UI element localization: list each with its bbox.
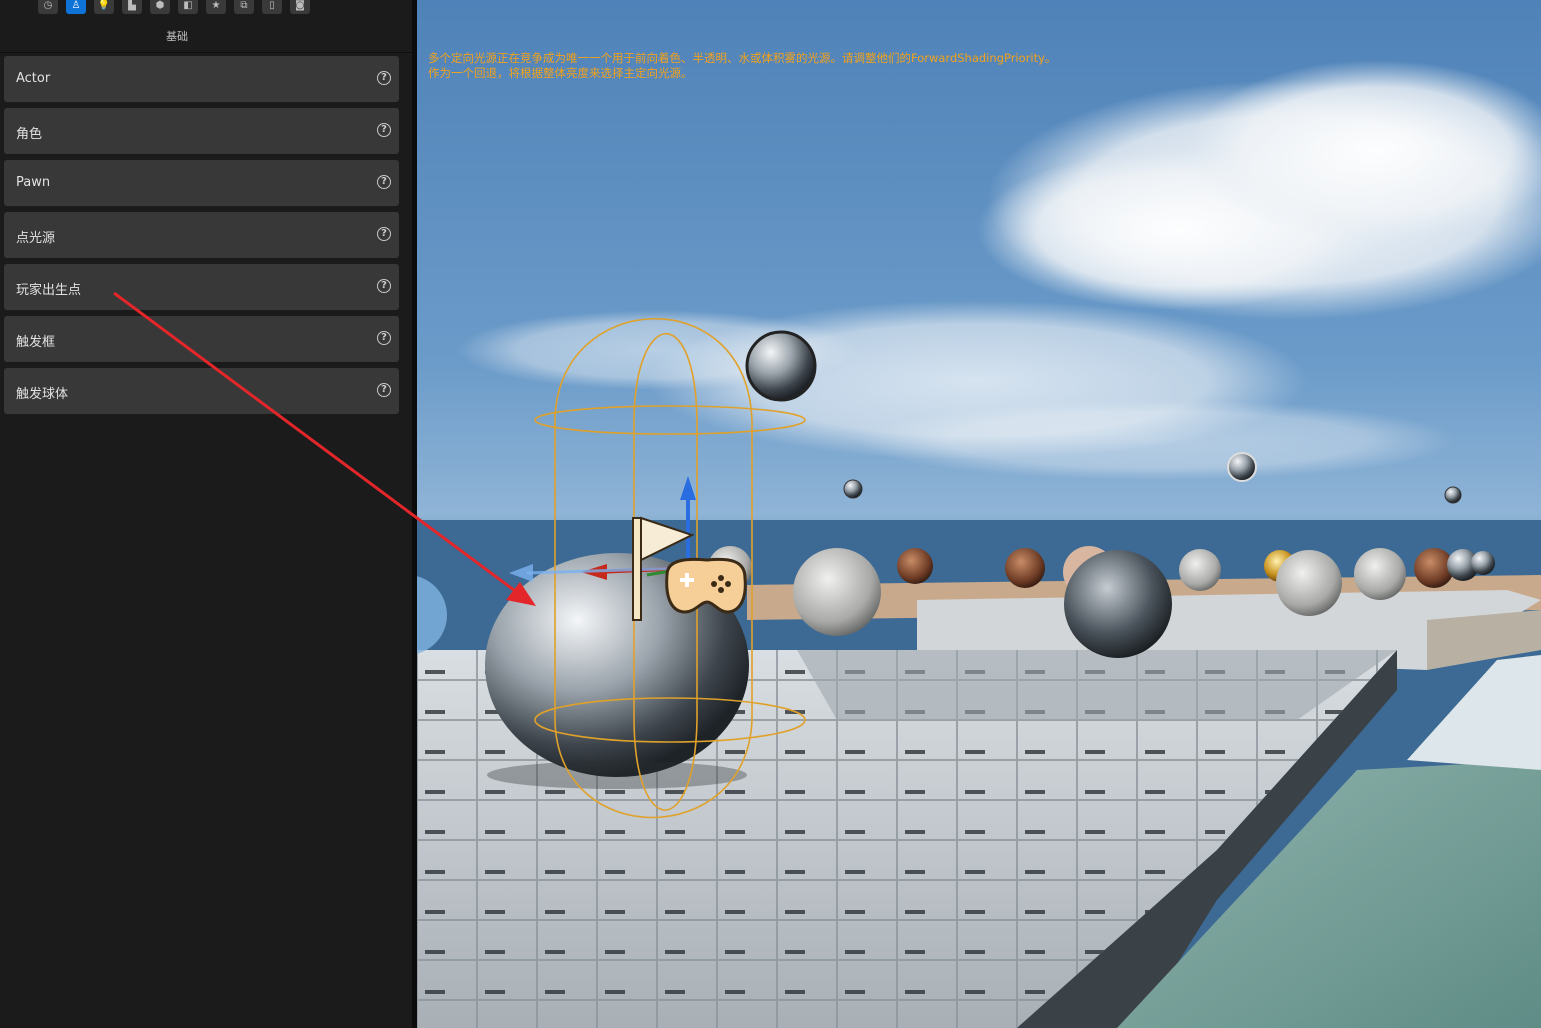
help-icon[interactable]: ? bbox=[377, 227, 391, 241]
trigger-box-item[interactable]: 触发框 ? bbox=[4, 316, 399, 362]
geometry-icon[interactable]: ◙ bbox=[290, 0, 310, 14]
help-icon[interactable]: ? bbox=[377, 175, 391, 189]
warning-line-1: 多个定向光源正在竞争成为唯一一个用于前向着色、半透明、水或体积雾的光源。请调整他… bbox=[428, 51, 1057, 65]
help-icon[interactable]: ? bbox=[377, 331, 391, 345]
place-icon[interactable]: ⧉ bbox=[234, 0, 254, 14]
help-icon[interactable]: ? bbox=[377, 279, 391, 293]
item-label: Actor bbox=[16, 71, 51, 86]
clouds bbox=[457, 60, 1541, 480]
actor-item[interactable]: Actor ? bbox=[4, 56, 399, 102]
point-light-item[interactable]: 点光源 ? bbox=[4, 212, 399, 258]
item-label: 触发球体 bbox=[16, 387, 69, 402]
item-label: 角色 bbox=[16, 127, 43, 142]
level-viewport[interactable]: 多个定向光源正在竞争成为唯一一个用于前向着色、半透明、水或体积雾的光源。请调整他… bbox=[417, 0, 1541, 1028]
shapes-icon[interactable]: ▙ bbox=[122, 0, 142, 14]
basic-actor-icon[interactable]: ♙ bbox=[66, 0, 86, 14]
item-label: Pawn bbox=[16, 175, 51, 190]
recent-icon[interactable]: ◷ bbox=[38, 0, 58, 14]
docs-icon[interactable]: ▯ bbox=[262, 0, 282, 14]
category-title: 基础 bbox=[166, 30, 188, 43]
lights-icon[interactable]: 💡 bbox=[94, 0, 114, 14]
light-sprite-icon[interactable] bbox=[1444, 486, 1462, 504]
hex-grate bbox=[797, 650, 1397, 720]
warning-line-2: 作为一个回退，将根据整体亮度来选择主定向光源。 bbox=[428, 66, 693, 80]
trigger-sphere-item[interactable]: 触发球体 ? bbox=[4, 368, 399, 414]
pawn-item[interactable]: Pawn ? bbox=[4, 160, 399, 206]
volumes-icon[interactable]: ⬢ bbox=[150, 0, 170, 14]
item-label: 触发框 bbox=[16, 335, 56, 350]
divider bbox=[0, 52, 412, 53]
place-actors-panel: ◷ ♙ 💡 ▙ ⬢ ◧ ★ ⧉ ▯ ◙ 基础 Actor ? 角色 ? Pawn… bbox=[0, 0, 412, 1028]
light-sprite-icon[interactable] bbox=[843, 479, 863, 499]
category-toolbar: ◷ ♙ 💡 ▙ ⬢ ◧ ★ ⧉ ▯ ◙ bbox=[0, 0, 412, 16]
help-icon[interactable]: ? bbox=[377, 71, 391, 85]
item-label: 点光源 bbox=[16, 231, 56, 246]
help-icon[interactable]: ? bbox=[377, 383, 391, 397]
viewport-scene bbox=[417, 60, 1541, 1028]
sky-light-sprite-icon[interactable] bbox=[745, 330, 817, 402]
light-sprite-icon[interactable] bbox=[1227, 452, 1257, 482]
viewport-warning-message: 多个定向光源正在竞争成为唯一一个用于前向着色、半透明、水或体积雾的光源。请调整他… bbox=[428, 51, 1056, 81]
item-label: 玩家出生点 bbox=[16, 283, 82, 298]
visual-effects-icon[interactable]: ◧ bbox=[178, 0, 198, 14]
help-icon[interactable]: ? bbox=[377, 123, 391, 137]
character-item[interactable]: 角色 ? bbox=[4, 108, 399, 154]
all-classes-icon[interactable]: ★ bbox=[206, 0, 226, 14]
player-start-item[interactable]: 玩家出生点 ? bbox=[4, 264, 399, 310]
